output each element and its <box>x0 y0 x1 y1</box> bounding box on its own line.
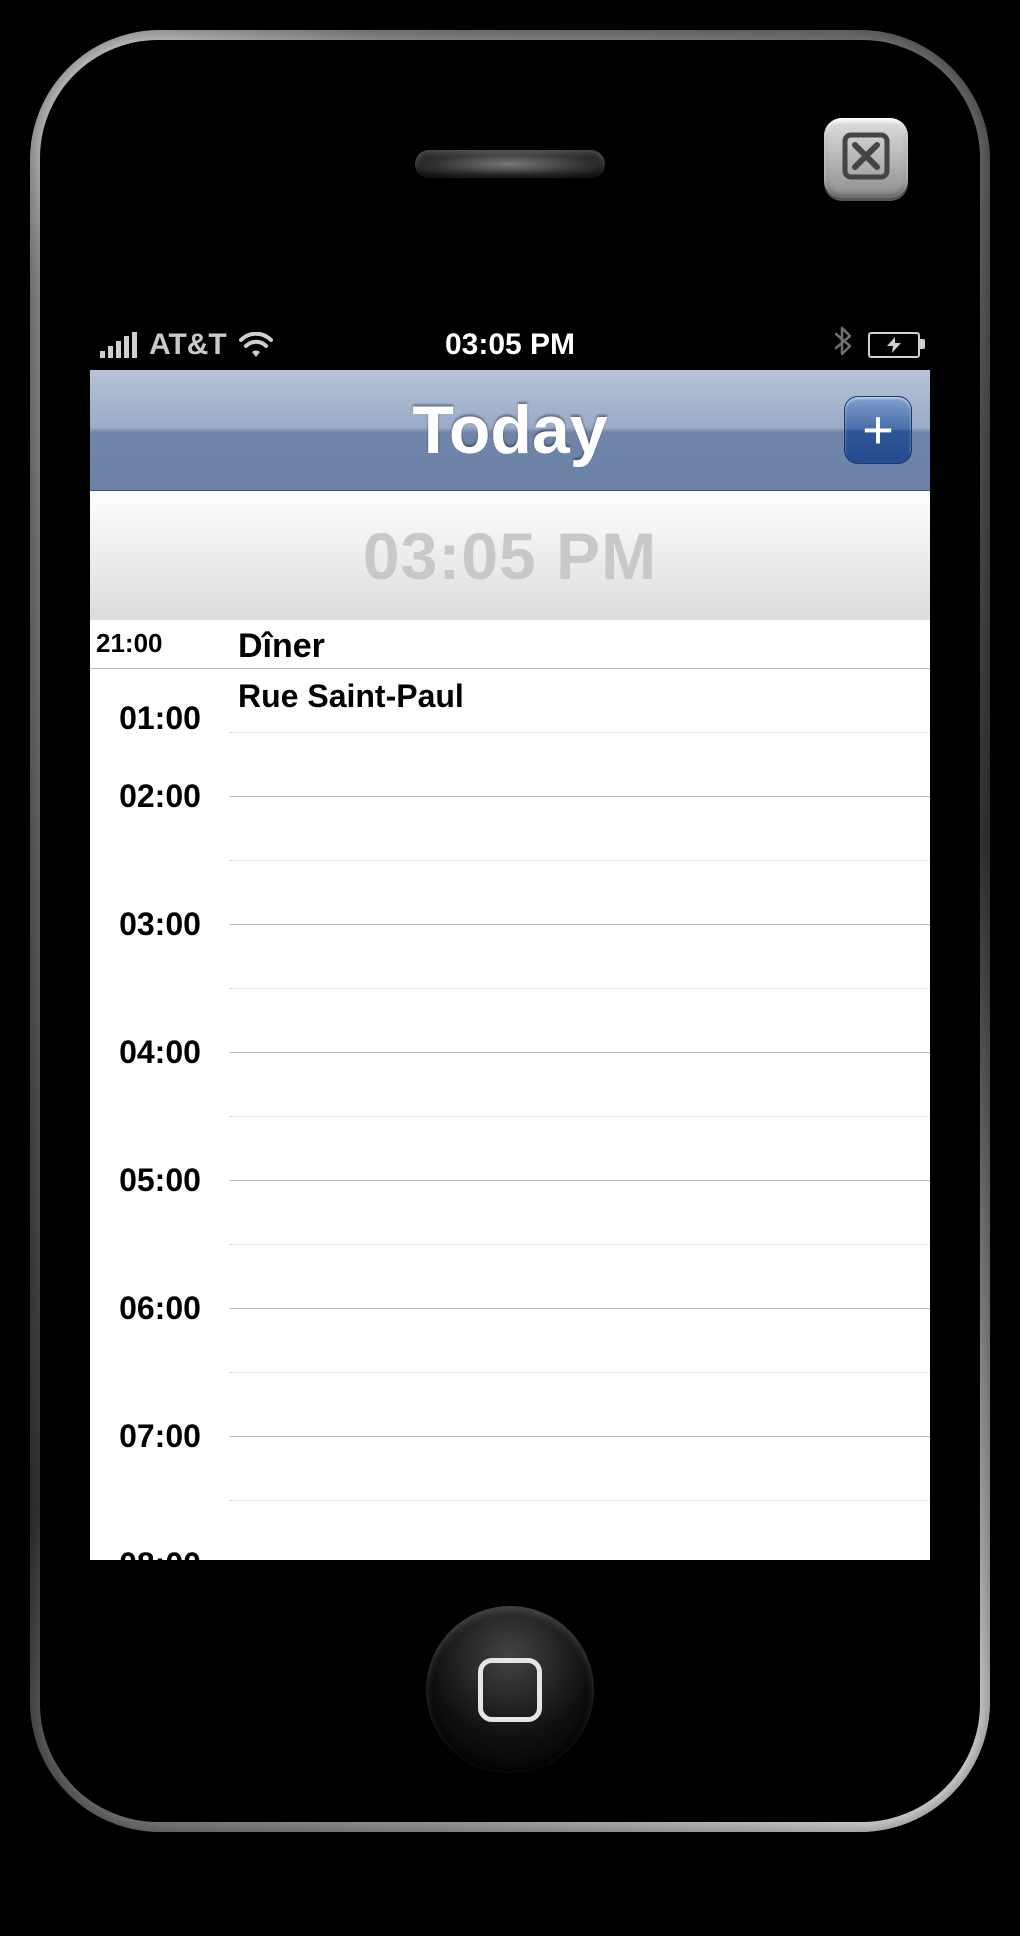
hour-label: 01:00 <box>90 700 230 737</box>
hour-slot[interactable]: 06:00 <box>230 1308 930 1436</box>
phone-speaker <box>415 150 605 178</box>
current-time-header: 03:05 PM <box>90 491 930 622</box>
close-button[interactable] <box>824 118 908 198</box>
add-event-button[interactable]: + <box>844 396 912 464</box>
current-time-label: 03:05 PM <box>363 518 657 594</box>
grid-column: 01:0002:0003:0004:0005:0006:0007:0008:00 <box>230 620 930 1560</box>
hour-label: 07:00 <box>90 1418 230 1455</box>
status-bar: AT&T 03:05 PM <box>90 320 930 370</box>
phone-frame-inner: AT&T 03:05 PM <box>40 40 980 1822</box>
nav-title: Today <box>412 391 607 469</box>
hour-label: 08:00 <box>90 1546 230 1560</box>
home-icon <box>478 1658 542 1722</box>
hour-label: 04:00 <box>90 1034 230 1071</box>
hour-label: 02:00 <box>90 778 230 815</box>
nav-bar: Today + <box>90 370 930 491</box>
hour-label: 03:00 <box>90 906 230 943</box>
hour-slot[interactable]: 03:00 <box>230 924 930 1052</box>
hour-slot[interactable]: 01:00 <box>230 668 930 796</box>
home-button[interactable] <box>426 1606 594 1774</box>
screen: AT&T 03:05 PM <box>90 320 930 1560</box>
hour-slot[interactable]: 02:00 <box>230 796 930 924</box>
plus-icon: + <box>862 401 894 459</box>
hour-slot[interactable]: 07:00 <box>230 1436 930 1560</box>
hour-label: 05:00 <box>90 1162 230 1199</box>
close-icon <box>841 131 891 186</box>
hour-slot[interactable]: 05:00 <box>230 1180 930 1308</box>
status-time: 03:05 PM <box>90 328 930 362</box>
phone-frame-outer: AT&T 03:05 PM <box>30 30 990 1832</box>
calendar-day-view[interactable]: 21:00 Dîner Rue Saint-Paul 01:0002:0003:… <box>90 620 930 1560</box>
hour-slot[interactable]: 04:00 <box>230 1052 930 1180</box>
hour-label: 06:00 <box>90 1290 230 1327</box>
battery-charging-icon <box>868 332 920 358</box>
